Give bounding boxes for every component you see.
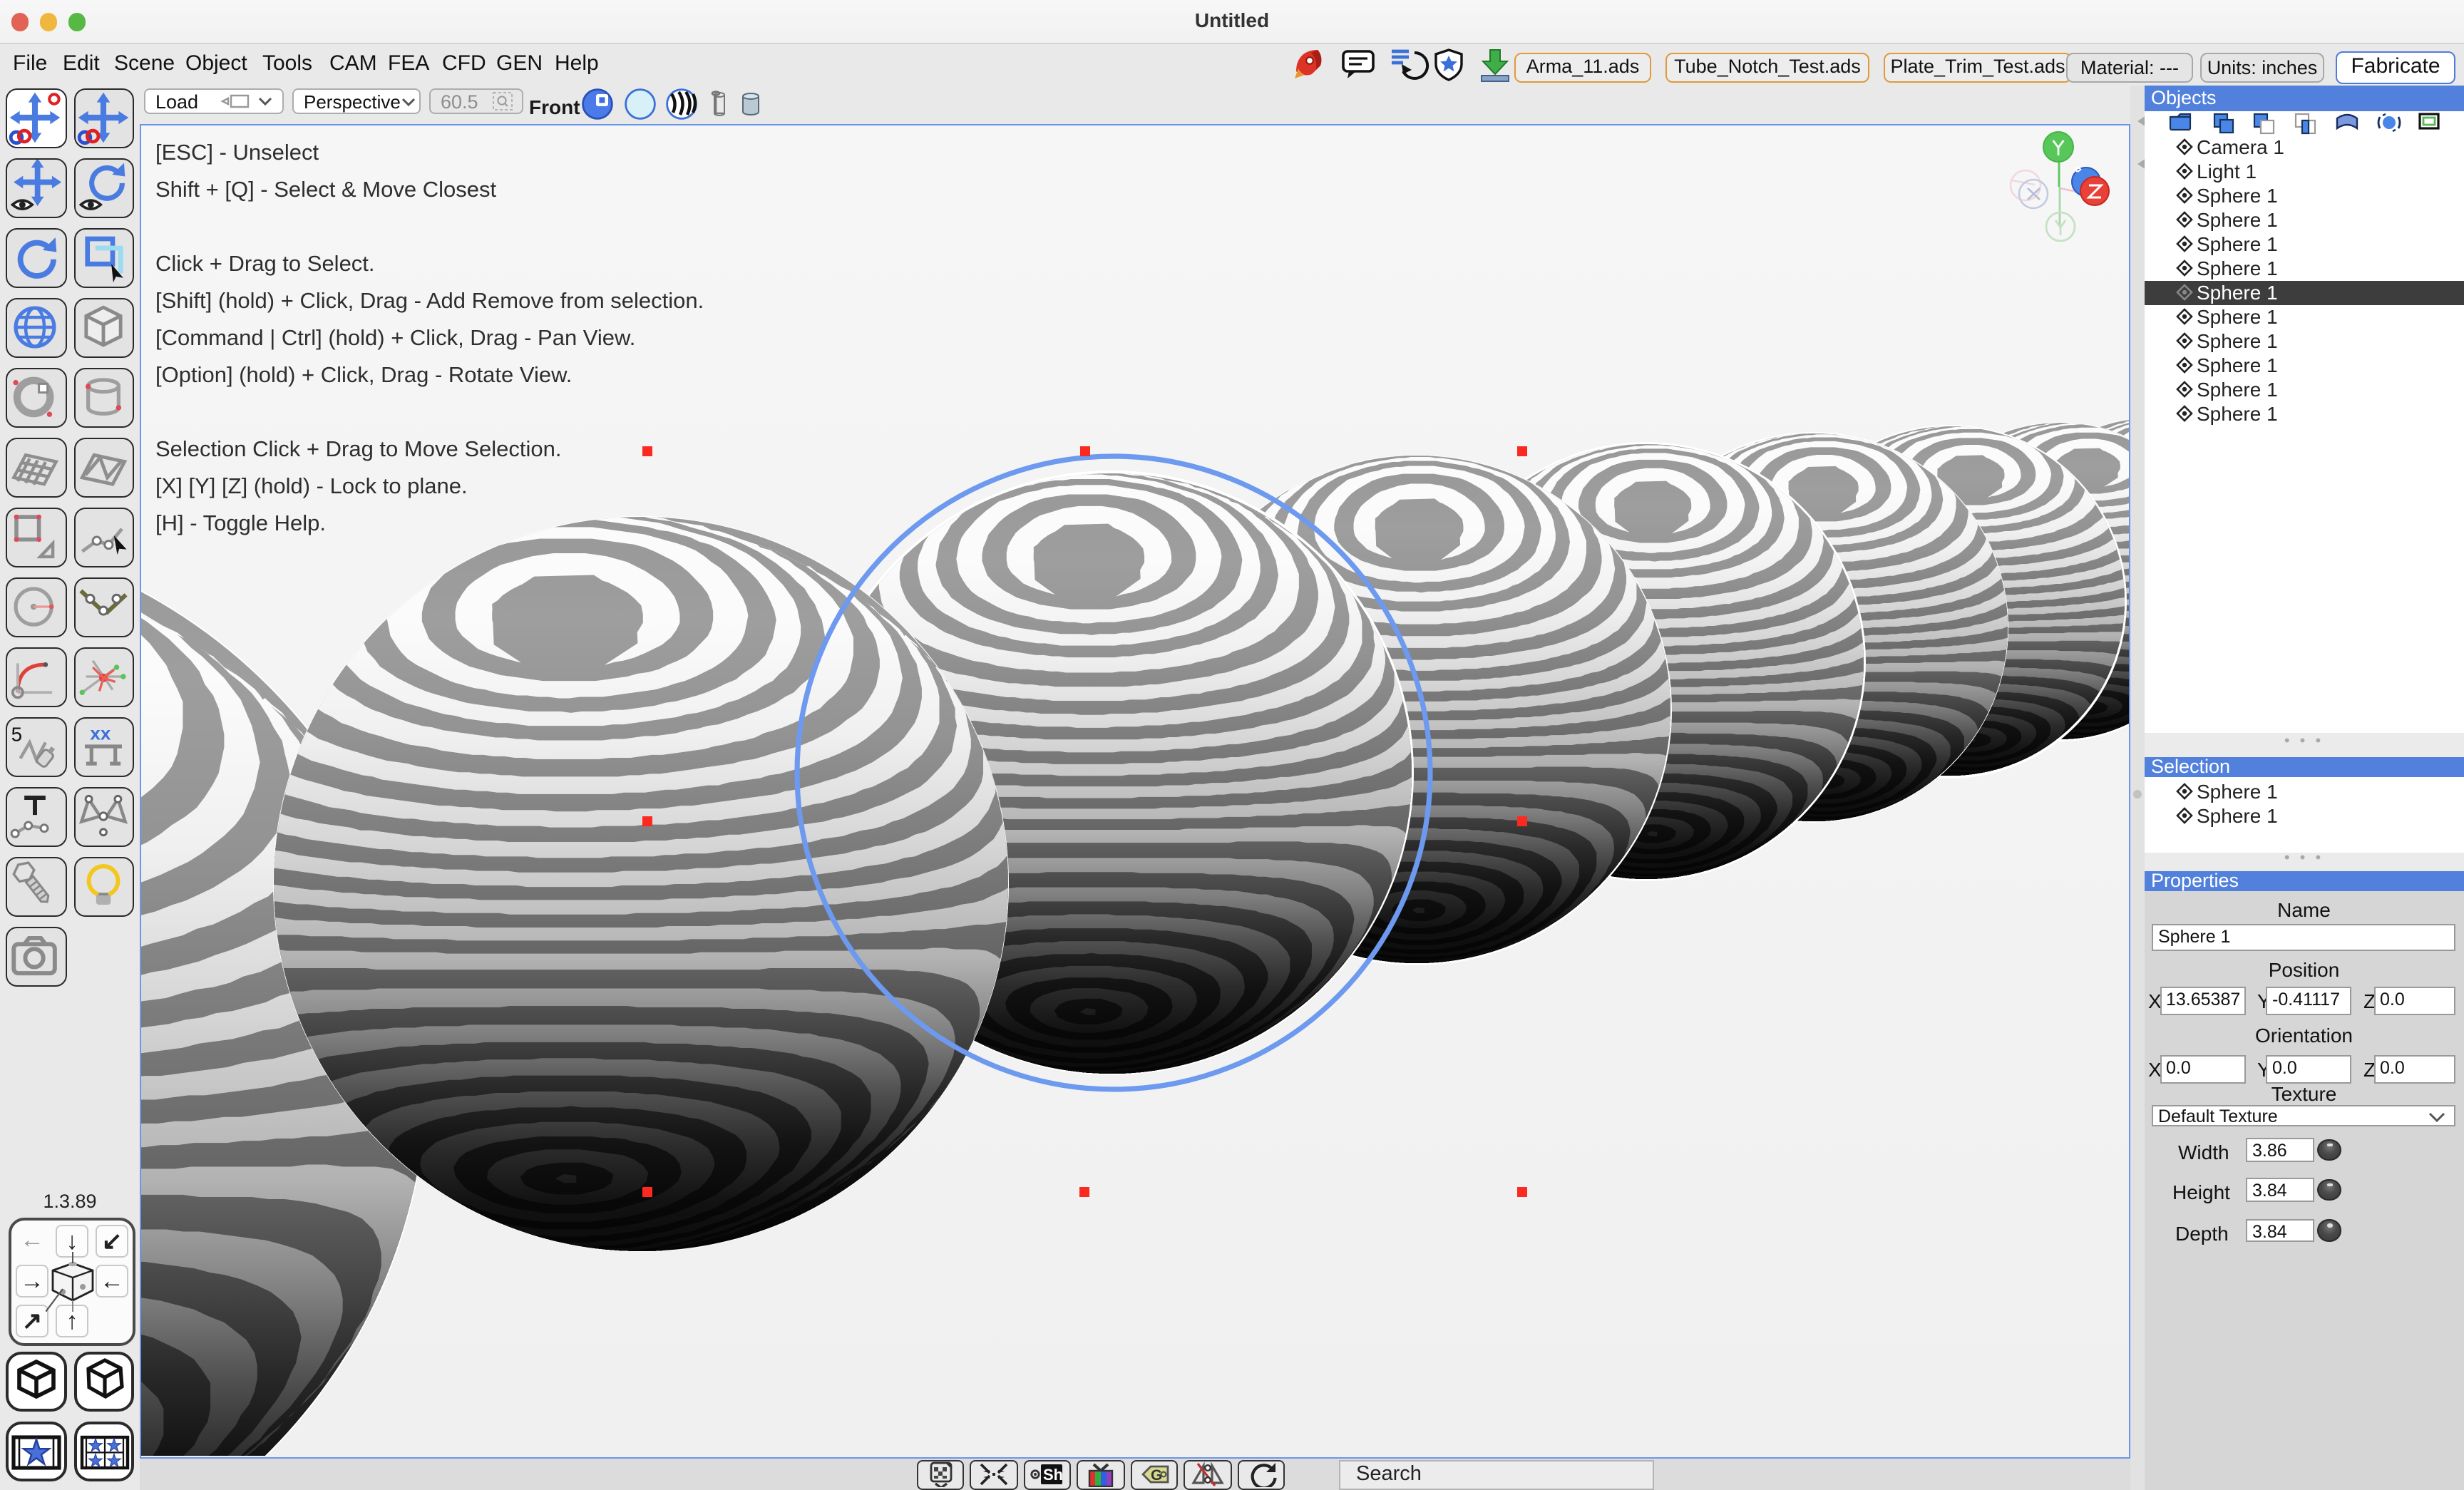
svg-text:xx: xx xyxy=(89,722,110,744)
svg-text:Sh: Sh xyxy=(1042,1466,1062,1484)
svg-text:5: 5 xyxy=(11,723,23,745)
